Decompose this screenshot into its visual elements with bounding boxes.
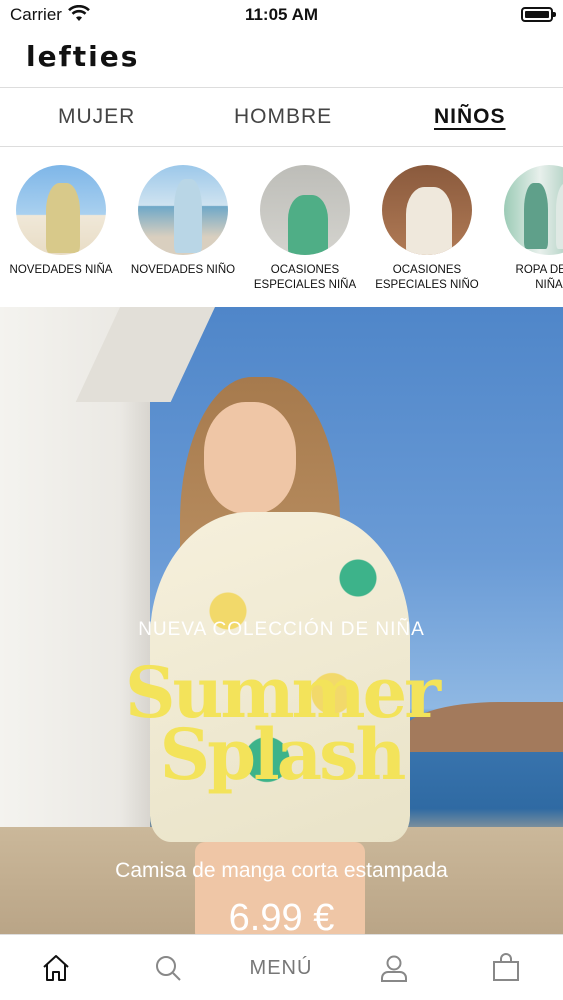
hero-price: 6.99 € (228, 897, 335, 934)
category-image (260, 165, 350, 255)
category-image (138, 165, 228, 255)
user-icon (381, 955, 407, 982)
nav-home-button[interactable] (20, 935, 92, 1000)
hero-subtitle: Camisa de manga corta estampada (115, 859, 448, 882)
hero-model-face (204, 402, 296, 514)
clock: 11:05 AM (244, 5, 319, 24)
category-novedades-nino[interactable]: NOVEDADES NIÑO (122, 165, 244, 278)
category-image (16, 165, 106, 255)
hero-banner[interactable]: NUEVA COLECCIÓN DE NIÑA Summer Splash Ca… (0, 307, 563, 934)
category-label: OCASIONES ESPECIALES NIÑO (375, 264, 479, 291)
category-carousel[interactable]: NOVEDADES NIÑA NOVEDADES NIÑO OCASIONES … (0, 148, 563, 306)
nav-search-button[interactable] (132, 935, 204, 1000)
category-label: OCASIONES ESPECIALES NIÑA (253, 264, 357, 291)
home-icon (43, 955, 69, 981)
battery-icon (521, 7, 556, 22)
category-label: ROPA DEPO NIÑA (515, 264, 563, 291)
category-novedades-nina[interactable]: NOVEDADES NIÑA (0, 165, 122, 278)
hero-kicker: NUEVA COLECCIÓN DE NIÑA (138, 619, 425, 640)
category-label: NOVEDADES NIÑO (130, 264, 236, 276)
nav-account-button[interactable] (358, 935, 430, 1000)
category-image (382, 165, 472, 255)
tab-ninos[interactable]: NIÑOS (434, 105, 506, 129)
shopping-bag-icon (493, 953, 519, 981)
status-bar: Carrier 11:05 AM (0, 0, 563, 30)
category-ocasiones-nino[interactable]: OCASIONES ESPECIALES NIÑO (366, 165, 488, 293)
tab-hombre[interactable]: HOMBRE (234, 105, 332, 129)
category-label: NOVEDADES NIÑA (9, 264, 113, 276)
hero-title-line2: Splash (159, 713, 407, 796)
gender-tabs: MUJER HOMBRE NIÑOS (0, 87, 563, 147)
category-ropa-deportiva-nina[interactable]: ROPA DEPO NIÑA (488, 165, 563, 293)
tab-mujer[interactable]: MUJER (58, 105, 135, 129)
bottom-nav: MENÚ (0, 934, 563, 1000)
search-icon (156, 956, 181, 981)
brand-logo[interactable]: lefties (26, 40, 139, 73)
nav-bag-button[interactable] (470, 935, 542, 1000)
category-image (504, 165, 563, 255)
category-ocasiones-nina[interactable]: OCASIONES ESPECIALES NIÑA (244, 165, 366, 293)
hero-title: Summer Splash (0, 658, 563, 796)
nav-menu-button[interactable]: MENÚ (236, 935, 326, 1000)
